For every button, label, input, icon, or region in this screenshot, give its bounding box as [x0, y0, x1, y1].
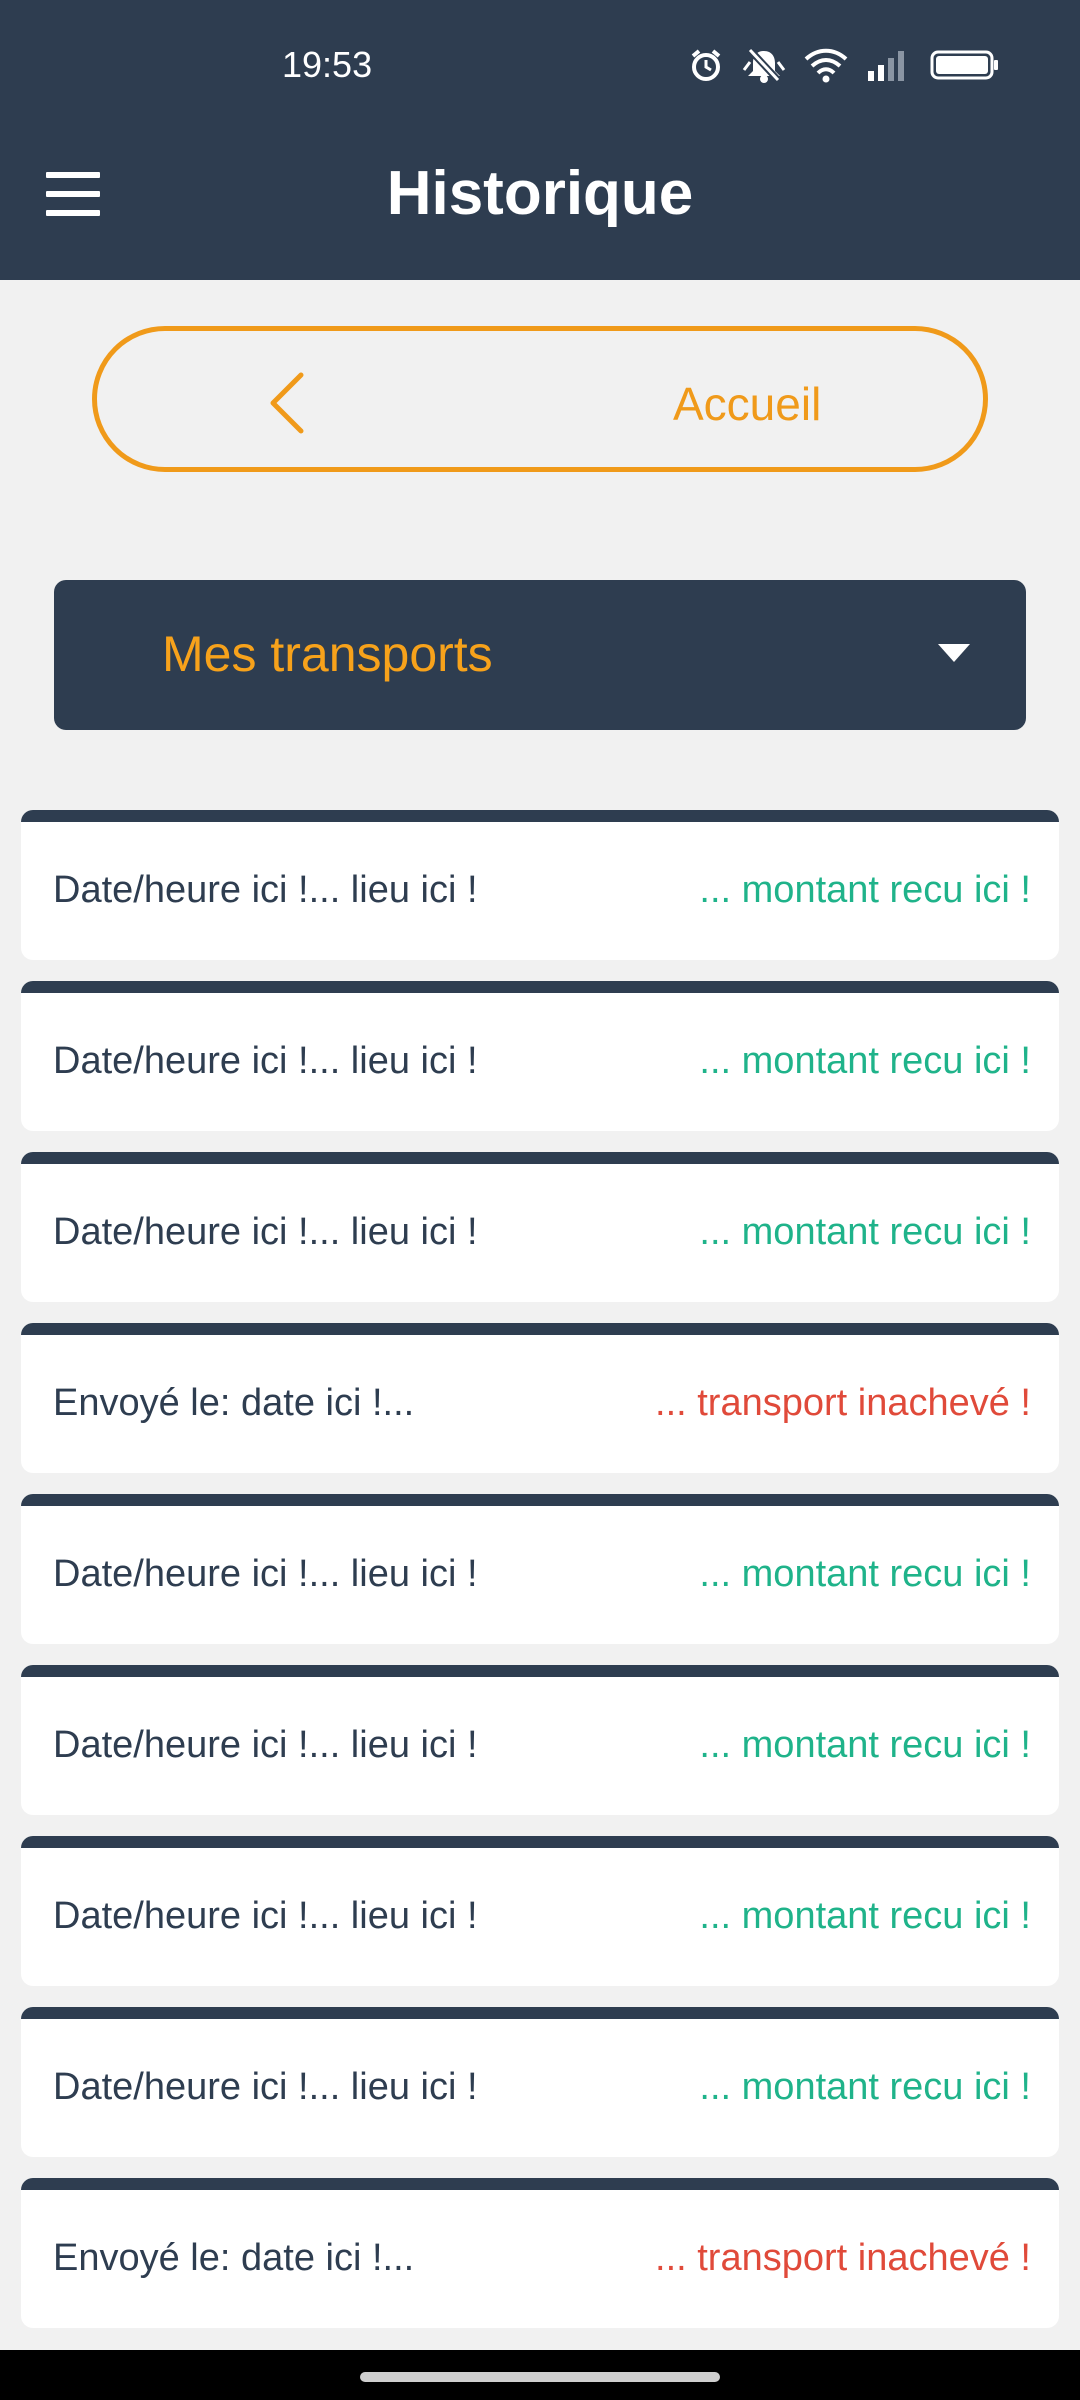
page-title: Historique [386, 159, 694, 228]
status-icons [688, 46, 1000, 84]
list-item-amount: ... montant recu ici ! [699, 1553, 1031, 1595]
list-item-amount: ... montant recu ici ! [699, 1040, 1031, 1082]
home-gesture-handle[interactable] [360, 2372, 720, 2382]
list-item-amount: ... montant recu ici ! [699, 1211, 1031, 1253]
list-item[interactable]: Date/heure ici !... lieu ici ! ... montan… [21, 1152, 1059, 1302]
select-value: Mes transports [162, 626, 493, 682]
app-header: 19:53 Historique [0, 0, 1080, 280]
list-item-description: Date/heure ici !... lieu ici ! [53, 1211, 478, 1253]
caret-down-icon [938, 644, 970, 662]
wifi-icon [804, 48, 848, 83]
chevron-left-icon [270, 372, 304, 434]
list-item-description: Date/heure ici !... lieu ici ! [53, 1553, 478, 1595]
list-item-description: Envoyé le: date ici !... [53, 1382, 415, 1424]
list-item-description: Envoyé le: date ici !... [53, 2237, 415, 2279]
list-item-description: Date/heure ici !... lieu ici ! [53, 869, 478, 911]
transport-list[interactable]: Date/heure ici !... lieu ici ! ... montan… [0, 790, 1080, 2350]
list-item[interactable]: Envoyé le: date ici !... ... transport in… [21, 1323, 1059, 1473]
list-item-description: Date/heure ici !... lieu ici ! [53, 1895, 478, 1937]
system-nav-bar [0, 2350, 1080, 2400]
list-item-amount: ... montant recu ici ! [699, 2066, 1031, 2108]
transport-type-select[interactable]: Mes transports [54, 580, 1026, 730]
list-item[interactable]: Date/heure ici !... lieu ici ! ... montan… [21, 981, 1059, 1131]
list-item[interactable]: Date/heure ici !... lieu ici ! ... montan… [21, 1665, 1059, 1815]
list-item-amount: ... montant recu ici ! [699, 1724, 1031, 1766]
silent-bell-icon [742, 47, 786, 83]
list-item[interactable]: Envoyé le: date ici !... ... transport in… [21, 2178, 1059, 2328]
list-item-description: Date/heure ici !... lieu ici ! [53, 1040, 478, 1082]
cellular-signal-icon [868, 51, 904, 81]
list-item-status: ... transport inachevé ! [655, 1382, 1031, 1424]
battery-icon [930, 50, 998, 80]
list-item[interactable]: Date/heure ici !... lieu ici ! ... montan… [21, 1494, 1059, 1644]
list-item-amount: ... montant recu ici ! [699, 1895, 1031, 1937]
list-item[interactable]: Date/heure ici !... lieu ici ! ... montan… [21, 2007, 1059, 2157]
list-item-description: Date/heure ici !... lieu ici ! [53, 2066, 478, 2108]
home-button-label: Accueil [673, 378, 822, 430]
home-button[interactable]: Accueil [92, 326, 988, 472]
status-time: 19:53 [282, 44, 373, 85]
list-item-description: Date/heure ici !... lieu ici ! [53, 1724, 478, 1766]
list-item[interactable]: Date/heure ici !... lieu ici ! ... montan… [21, 1836, 1059, 1986]
list-item[interactable]: Date/heure ici !... lieu ici ! ... montan… [21, 810, 1059, 960]
app-root: 19:53 Historique Accueil Mes transports … [0, 0, 1080, 2400]
list-item-status: ... transport inachevé ! [655, 2237, 1031, 2279]
alarm-icon [691, 49, 721, 81]
list-item-amount: ... montant recu ici ! [699, 869, 1031, 911]
